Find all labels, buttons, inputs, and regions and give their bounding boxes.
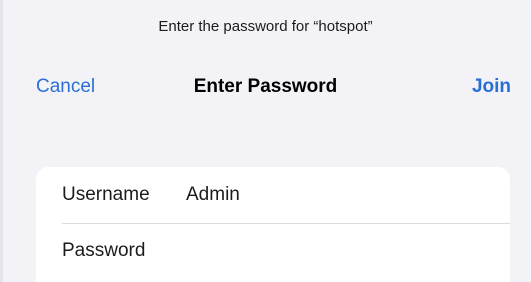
password-row[interactable]: Password <box>36 223 510 279</box>
dialog-prompt: Enter the password for “hotspot” <box>158 18 373 35</box>
navigation-bar: Cancel Enter Password Join <box>0 74 531 104</box>
join-button[interactable]: Join <box>472 76 511 98</box>
username-field[interactable] <box>186 184 486 206</box>
password-label: Password <box>62 240 146 261</box>
window-edge <box>0 0 3 282</box>
cancel-button[interactable]: Cancel <box>36 76 95 98</box>
credentials-form: Username Password <box>36 167 510 282</box>
username-row[interactable]: Username <box>36 167 510 223</box>
username-label: Username <box>62 184 150 205</box>
password-field[interactable] <box>186 240 486 262</box>
